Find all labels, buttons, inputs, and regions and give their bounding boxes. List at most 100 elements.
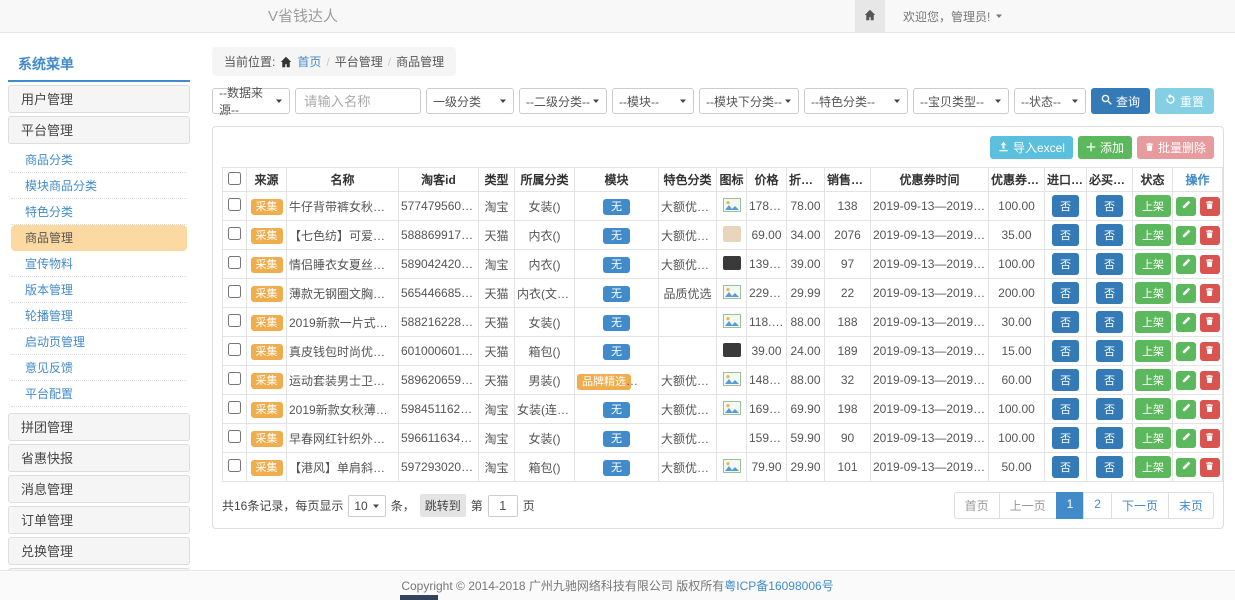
import-select-toggle[interactable]: 否	[1052, 253, 1079, 275]
edit-button[interactable]	[1176, 458, 1196, 477]
import-excel-button[interactable]: 导入excel	[990, 136, 1073, 159]
status-toggle[interactable]: 上架	[1135, 427, 1171, 449]
filter-select[interactable]: 一级分类	[426, 88, 514, 114]
sidebar-item[interactable]: 平台配置	[11, 381, 187, 407]
import-select-toggle[interactable]: 否	[1052, 369, 1079, 391]
row-checkbox[interactable]	[228, 314, 241, 327]
import-select-toggle[interactable]: 否	[1052, 427, 1079, 449]
sidebar-item[interactable]: 模块商品分类	[11, 173, 187, 199]
must-buy-toggle[interactable]: 否	[1096, 456, 1123, 478]
edit-button[interactable]	[1176, 197, 1196, 216]
delete-button[interactable]	[1200, 458, 1220, 477]
status-toggle[interactable]: 上架	[1135, 311, 1171, 333]
topbar-home-button[interactable]	[855, 0, 885, 32]
pager-button[interactable]: 首页	[954, 492, 1000, 519]
edit-button[interactable]	[1176, 429, 1196, 448]
edit-button[interactable]	[1176, 342, 1196, 361]
icp-link[interactable]: 粤ICP备16098006号	[724, 577, 833, 594]
row-checkbox[interactable]	[228, 459, 241, 472]
row-checkbox[interactable]	[228, 198, 241, 211]
must-buy-toggle[interactable]: 否	[1096, 282, 1123, 304]
status-toggle[interactable]: 上架	[1135, 224, 1171, 246]
delete-button[interactable]	[1200, 429, 1220, 448]
import-select-toggle[interactable]: 否	[1052, 282, 1079, 304]
must-buy-toggle[interactable]: 否	[1096, 253, 1123, 275]
import-select-toggle[interactable]: 否	[1052, 456, 1079, 478]
add-button[interactable]: 添加	[1078, 136, 1132, 159]
import-select-toggle[interactable]: 否	[1052, 195, 1079, 217]
sidebar-item[interactable]: 商品分类	[11, 147, 187, 173]
status-toggle[interactable]: 上架	[1135, 369, 1171, 391]
row-checkbox[interactable]	[228, 285, 241, 298]
must-buy-toggle[interactable]: 否	[1096, 224, 1123, 246]
batch-delete-button[interactable]: 批量删除	[1137, 136, 1214, 159]
import-select-toggle[interactable]: 否	[1052, 398, 1079, 420]
edit-button[interactable]	[1176, 284, 1196, 303]
reset-button[interactable]: 重置	[1155, 88, 1214, 114]
row-checkbox[interactable]	[228, 227, 241, 240]
delete-button[interactable]	[1200, 226, 1220, 245]
sidebar-group[interactable]: 平台管理	[8, 116, 190, 144]
delete-button[interactable]	[1200, 255, 1220, 274]
must-buy-toggle[interactable]: 否	[1096, 340, 1123, 362]
must-buy-toggle[interactable]: 否	[1096, 369, 1123, 391]
sidebar-item[interactable]: 启动页管理	[11, 329, 187, 355]
pager-button[interactable]: 2	[1083, 492, 1112, 519]
sidebar-group[interactable]: 用户管理	[8, 85, 190, 113]
status-toggle[interactable]: 上架	[1135, 253, 1171, 275]
filter-select[interactable]: --二级分类--	[519, 88, 607, 114]
row-checkbox[interactable]	[228, 401, 241, 414]
import-select-toggle[interactable]: 否	[1052, 311, 1079, 333]
row-checkbox[interactable]	[228, 343, 241, 356]
import-select-toggle[interactable]: 否	[1052, 340, 1079, 362]
status-toggle[interactable]: 上架	[1135, 340, 1171, 362]
status-toggle[interactable]: 上架	[1135, 195, 1171, 217]
edit-button[interactable]	[1176, 255, 1196, 274]
jump-button[interactable]: 跳转到	[420, 494, 466, 517]
delete-button[interactable]	[1200, 342, 1220, 361]
breadcrumb-home-link[interactable]: 首页	[297, 53, 321, 70]
edit-button[interactable]	[1176, 226, 1196, 245]
pager-button[interactable]: 上一页	[999, 492, 1057, 519]
sidebar-item[interactable]: 商品管理	[11, 225, 187, 251]
pager-button[interactable]: 末页	[1168, 492, 1214, 519]
delete-button[interactable]	[1200, 313, 1220, 332]
sidebar-group[interactable]: 消息管理	[8, 475, 190, 503]
data-source-select[interactable]: --数据来源--	[212, 88, 290, 114]
filter-select[interactable]: --模块下分类--	[699, 88, 799, 114]
filter-select[interactable]: --状态--	[1014, 88, 1086, 114]
page-input[interactable]	[488, 495, 518, 517]
delete-button[interactable]	[1200, 400, 1220, 419]
user-menu[interactable]: 欢迎您，管理员!	[903, 0, 1003, 32]
sidebar-group[interactable]: 拼团管理	[8, 413, 190, 441]
delete-button[interactable]	[1200, 284, 1220, 303]
status-toggle[interactable]: 上架	[1135, 398, 1171, 420]
sidebar-item[interactable]: 轮播管理	[11, 303, 187, 329]
sidebar-group[interactable]: 兑换管理	[8, 537, 190, 565]
delete-button[interactable]	[1200, 371, 1220, 390]
status-toggle[interactable]: 上架	[1135, 282, 1171, 304]
row-checkbox[interactable]	[228, 372, 241, 385]
query-button[interactable]: 查询	[1091, 88, 1150, 114]
pager-button[interactable]: 下一页	[1111, 492, 1169, 519]
row-checkbox[interactable]	[228, 256, 241, 269]
status-toggle[interactable]: 上架	[1135, 456, 1171, 478]
sidebar-group[interactable]: 订单管理	[8, 506, 190, 534]
sidebar-item[interactable]: 版本管理	[11, 277, 187, 303]
filter-select[interactable]: --模块--	[612, 88, 694, 114]
edit-button[interactable]	[1176, 313, 1196, 332]
name-search-input[interactable]	[295, 88, 421, 114]
delete-button[interactable]	[1200, 197, 1220, 216]
filter-select[interactable]: --特色分类--	[804, 88, 908, 114]
must-buy-toggle[interactable]: 否	[1096, 398, 1123, 420]
filter-select[interactable]: --宝贝类型--	[913, 88, 1009, 114]
per-page-select[interactable]: 10	[348, 495, 385, 517]
edit-button[interactable]	[1176, 371, 1196, 390]
must-buy-toggle[interactable]: 否	[1096, 311, 1123, 333]
edit-button[interactable]	[1176, 400, 1196, 419]
pager-button[interactable]: 1	[1056, 492, 1085, 519]
must-buy-toggle[interactable]: 否	[1096, 195, 1123, 217]
import-select-toggle[interactable]: 否	[1052, 224, 1079, 246]
sidebar-item[interactable]: 特色分类	[11, 199, 187, 225]
select-all-checkbox[interactable]	[228, 172, 241, 185]
